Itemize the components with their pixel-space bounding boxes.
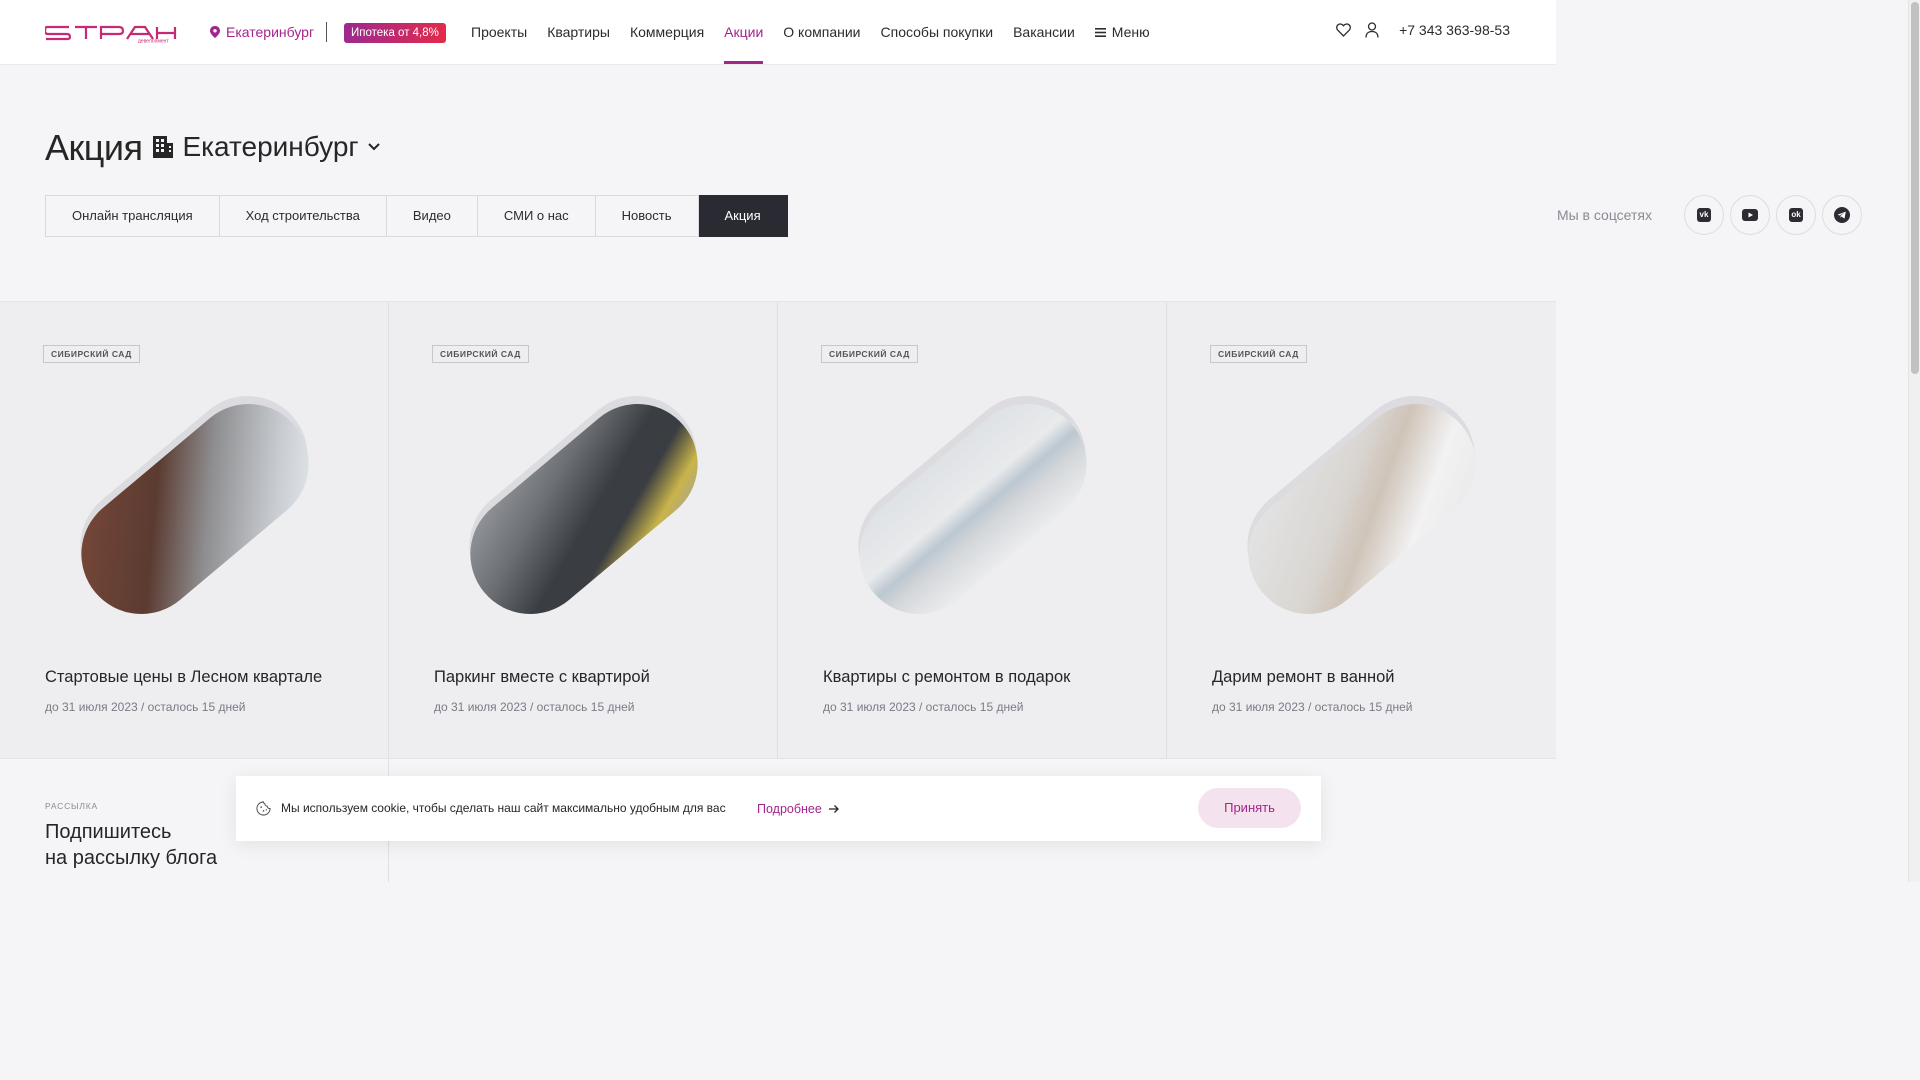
cookie-more-label: Подробнее [757,801,822,816]
newsletter-heading-line1: Подпишитесь [45,821,172,843]
arrow-right-icon [828,804,839,813]
page-scrollbar[interactable] [1908,0,1920,882]
city-selector[interactable]: Екатеринбург [210,24,314,40]
phone-link[interactable]: +7 343 363-98-53 [1399,22,1510,38]
tab-news[interactable]: Новость [595,195,699,237]
promotions-grid: СИБИРСКИЙ САД Стартовые цены в Лесном кв… [0,301,1556,759]
page-title: Акция [45,127,143,168]
tab-video[interactable]: Видео [386,195,478,237]
tab-online-stream[interactable]: Онлайн трансляция [45,195,220,237]
promo-title[interactable]: Квартиры с ремонтом в подарок [823,668,1070,687]
site-header: девелопмент Екатеринбург Ипотека от 4,8%… [0,0,1556,65]
promo-title[interactable]: Паркинг вместе с квартирой [434,668,650,687]
odnoklassniki-icon[interactable]: ok [1776,195,1816,235]
header-actions: +7 343 363-98-53 [1336,22,1510,38]
promo-image [444,371,723,639]
promo-date: до 31 июля 2023 / осталось 15 дней [1212,700,1413,714]
cookie-banner: Мы используем cookie, чтобы сделать наш … [236,776,1321,841]
promo-image [1222,371,1501,639]
promo-title[interactable]: Стартовые цены в Лесном квартале [45,668,322,687]
chevron-down-icon [367,143,380,151]
promo-date: до 31 июля 2023 / осталось 15 дней [434,700,635,714]
hamburger-icon [1094,27,1106,37]
menu-label: Меню [1111,24,1150,40]
header-divider [326,22,327,42]
telegram-icon[interactable] [1822,195,1862,235]
newsletter-heading: Подпишитесь на рассылку блога [45,819,217,871]
nav-projects[interactable]: Проекты [471,0,527,64]
page-title-block: Акция Екатеринбург [45,127,381,169]
nav-promotions[interactable]: Акции [724,0,764,64]
nav-about[interactable]: О компании [783,0,860,64]
cookie-text: Мы используем cookie, чтобы сделать наш … [281,801,726,815]
promo-date: до 31 июля 2023 / осталось 15 дней [823,700,1024,714]
cookie-more-link[interactable]: Подробнее [757,802,840,816]
project-tag: СИБИРСКИЙ САД [43,345,140,363]
project-tag: СИБИРСКИЙ САД [821,345,918,363]
logo-subtitle: девелопмент [138,39,169,44]
page-city-label: Екатеринбург [182,131,359,162]
project-tag: СИБИРСКИЙ САД [1210,345,1307,363]
city-label: Екатеринбург [226,24,315,40]
tab-media[interactable]: СМИ о нас [477,195,596,237]
promo-image [55,371,334,639]
cookie-icon [256,801,271,816]
promo-card[interactable]: СИБИРСКИЙ САД Дарим ремонт в ванной до 3… [1167,302,1556,758]
promo-card[interactable]: СИБИРСКИЙ САД Квартиры с ремонтом в пода… [778,302,1167,758]
promo-title[interactable]: Дарим ремонт в ванной [1212,668,1395,687]
building-icon [153,136,174,158]
nav-commerce[interactable]: Коммерция [630,0,704,64]
nav-apartments[interactable]: Квартиры [547,0,610,64]
strana-logo[interactable]: девелопмент [45,23,185,43]
social-label: Мы в соцсетях [1556,207,1652,223]
heart-icon[interactable] [1336,23,1351,37]
location-pin-icon [210,26,220,38]
cookie-accept-button[interactable]: Принять [1198,788,1301,828]
promo-image [833,371,1112,639]
newsletter-heading-line2: на рассылку блога [45,847,218,869]
youtube-icon[interactable] [1730,195,1770,235]
scrollbar-thumb[interactable] [1911,2,1919,374]
promo-card[interactable]: СИБИРСКИЙ САД Стартовые цены в Лесном кв… [0,302,389,758]
user-icon[interactable] [1365,22,1379,38]
main-nav: Проекты Квартиры Коммерция Акции О компа… [471,0,1170,64]
social-links: Мы в соцсетях vk ok [1557,195,1862,235]
promo-card[interactable]: СИБИРСКИЙ САД Паркинг вместе с квартирой… [389,302,778,758]
menu-button[interactable]: Меню [1094,0,1150,64]
mortgage-badge[interactable]: Ипотека от 4,8% [344,23,446,43]
page-city-select[interactable]: Екатеринбург [152,131,380,163]
tab-construction-progress[interactable]: Ход строительства [219,195,387,237]
nav-purchase-methods[interactable]: Способы покупки [881,0,994,64]
category-tabs: Онлайн трансляция Ход строительства Виде… [45,195,788,237]
tab-promotion[interactable]: Акция [698,195,788,237]
project-tag: СИБИРСКИЙ САД [432,345,529,363]
vk-icon[interactable]: vk [1684,195,1724,235]
promo-date: до 31 июля 2023 / осталось 15 дней [45,700,246,714]
nav-vacancies[interactable]: Вакансии [1013,0,1075,64]
newsletter-caption: РАССЫЛКА [45,801,98,811]
